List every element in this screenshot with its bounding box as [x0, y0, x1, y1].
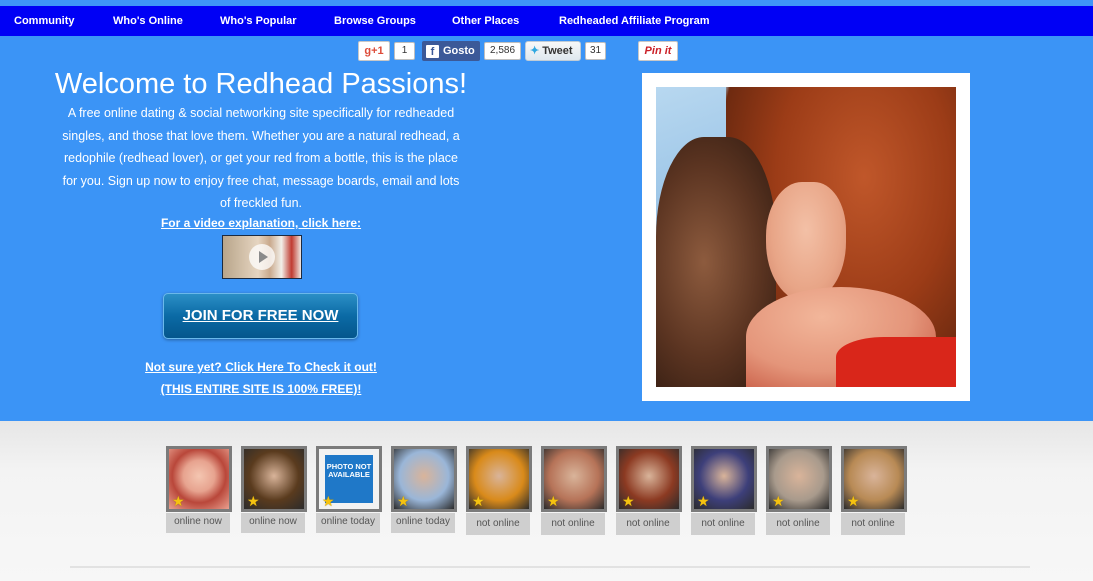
google-plus-button[interactable]: g+1	[358, 41, 390, 61]
member-photo[interactable]: ★	[166, 446, 232, 512]
intro-text: A free online dating & social networking…	[62, 106, 460, 210]
nav-item-browse-groups[interactable]: Browse Groups	[334, 15, 416, 27]
star-icon: ★	[697, 493, 710, 509]
star-icon: ★	[397, 493, 410, 509]
member-photo[interactable]: ★	[841, 446, 907, 512]
member-card[interactable]: ★ not online	[691, 446, 758, 535]
facebook-like-button[interactable]: f Gosto	[422, 41, 480, 61]
member-status: online today	[316, 513, 380, 533]
member-status: not online	[616, 513, 680, 535]
star-icon: ★	[547, 493, 560, 509]
photo-red-top	[836, 337, 956, 387]
member-card[interactable]: ★ not online	[616, 446, 683, 535]
member-photo[interactable]: ★	[616, 446, 682, 512]
star-icon: ★	[472, 493, 485, 509]
join-for-free-button[interactable]: JOIN FOR FREE NOW	[163, 293, 358, 339]
member-card[interactable]: ★ not online	[466, 446, 533, 535]
video-thumbnail[interactable]	[222, 235, 302, 279]
page-title: Welcome to Redhead Passions!	[54, 68, 468, 100]
nav-item-whos-popular[interactable]: Who's Popular	[220, 15, 297, 27]
nav-item-community[interactable]: Community	[14, 15, 75, 27]
google-plus-count: 1	[394, 42, 415, 60]
member-status: not online	[541, 513, 605, 535]
member-photo[interactable]: ★	[691, 446, 757, 512]
member-status: online today	[391, 513, 455, 533]
twitter-tweet-count: 31	[585, 42, 606, 60]
star-icon: ★	[172, 493, 185, 509]
twitter-bird-icon: ✦	[530, 45, 540, 57]
play-icon	[249, 244, 275, 270]
member-status: online now	[241, 513, 305, 533]
facebook-like-count: 2,586	[484, 42, 521, 60]
member-photo[interactable]: ★	[466, 446, 532, 512]
member-photo[interactable]: ★	[541, 446, 607, 512]
hero-couple-photo	[656, 87, 956, 387]
photo-face	[766, 182, 846, 302]
hero-photo-frame	[642, 73, 970, 401]
member-status: not online	[766, 513, 830, 535]
member-card[interactable]: ★ not online	[541, 446, 608, 535]
facebook-icon: f	[426, 44, 439, 58]
member-card[interactable]: ★ not online	[841, 446, 908, 535]
star-icon: ★	[322, 493, 335, 509]
star-icon: ★	[622, 493, 635, 509]
main-nav: Community Who's Online Who's Popular Bro…	[0, 6, 1093, 36]
star-icon: ★	[772, 493, 785, 509]
member-status: not online	[466, 513, 530, 535]
member-card[interactable]: ★ online now	[166, 446, 233, 533]
nav-item-affiliate-program[interactable]: Redheaded Affiliate Program	[559, 15, 710, 27]
nav-item-whos-online[interactable]: Who's Online	[113, 15, 183, 27]
member-status: not online	[691, 513, 755, 535]
facebook-like-label: Gosto	[443, 45, 475, 57]
member-status: not online	[841, 513, 905, 535]
member-photo[interactable]: ★	[766, 446, 832, 512]
member-status: online now	[166, 513, 230, 533]
star-icon: ★	[847, 493, 860, 509]
member-card[interactable]: ★ not online	[766, 446, 833, 535]
member-card[interactable]: ★ online now	[241, 446, 308, 533]
bottom-divider	[70, 566, 1030, 568]
member-card[interactable]: ★ online today	[391, 446, 458, 533]
pinterest-pin-button[interactable]: Pin it	[638, 41, 678, 61]
video-explanation-link[interactable]: For a video explanation, click here:	[100, 216, 422, 230]
nav-item-other-places[interactable]: Other Places	[452, 15, 519, 27]
member-card[interactable]: PHOTO NOT AVAILABLE ★ online today	[316, 446, 383, 533]
member-photo[interactable]: ★	[391, 446, 457, 512]
site-free-link[interactable]: (THIS ENTIRE SITE IS 100% FREE)!	[100, 382, 422, 396]
check-it-out-link[interactable]: Not sure yet? Click Here To Check it out…	[100, 360, 422, 374]
twitter-tweet-button[interactable]: ✦ Tweet	[525, 41, 581, 61]
star-icon: ★	[247, 493, 260, 509]
member-photo[interactable]: PHOTO NOT AVAILABLE ★	[316, 446, 382, 512]
member-photo[interactable]: ★	[241, 446, 307, 512]
twitter-tweet-label: Tweet	[542, 45, 573, 57]
